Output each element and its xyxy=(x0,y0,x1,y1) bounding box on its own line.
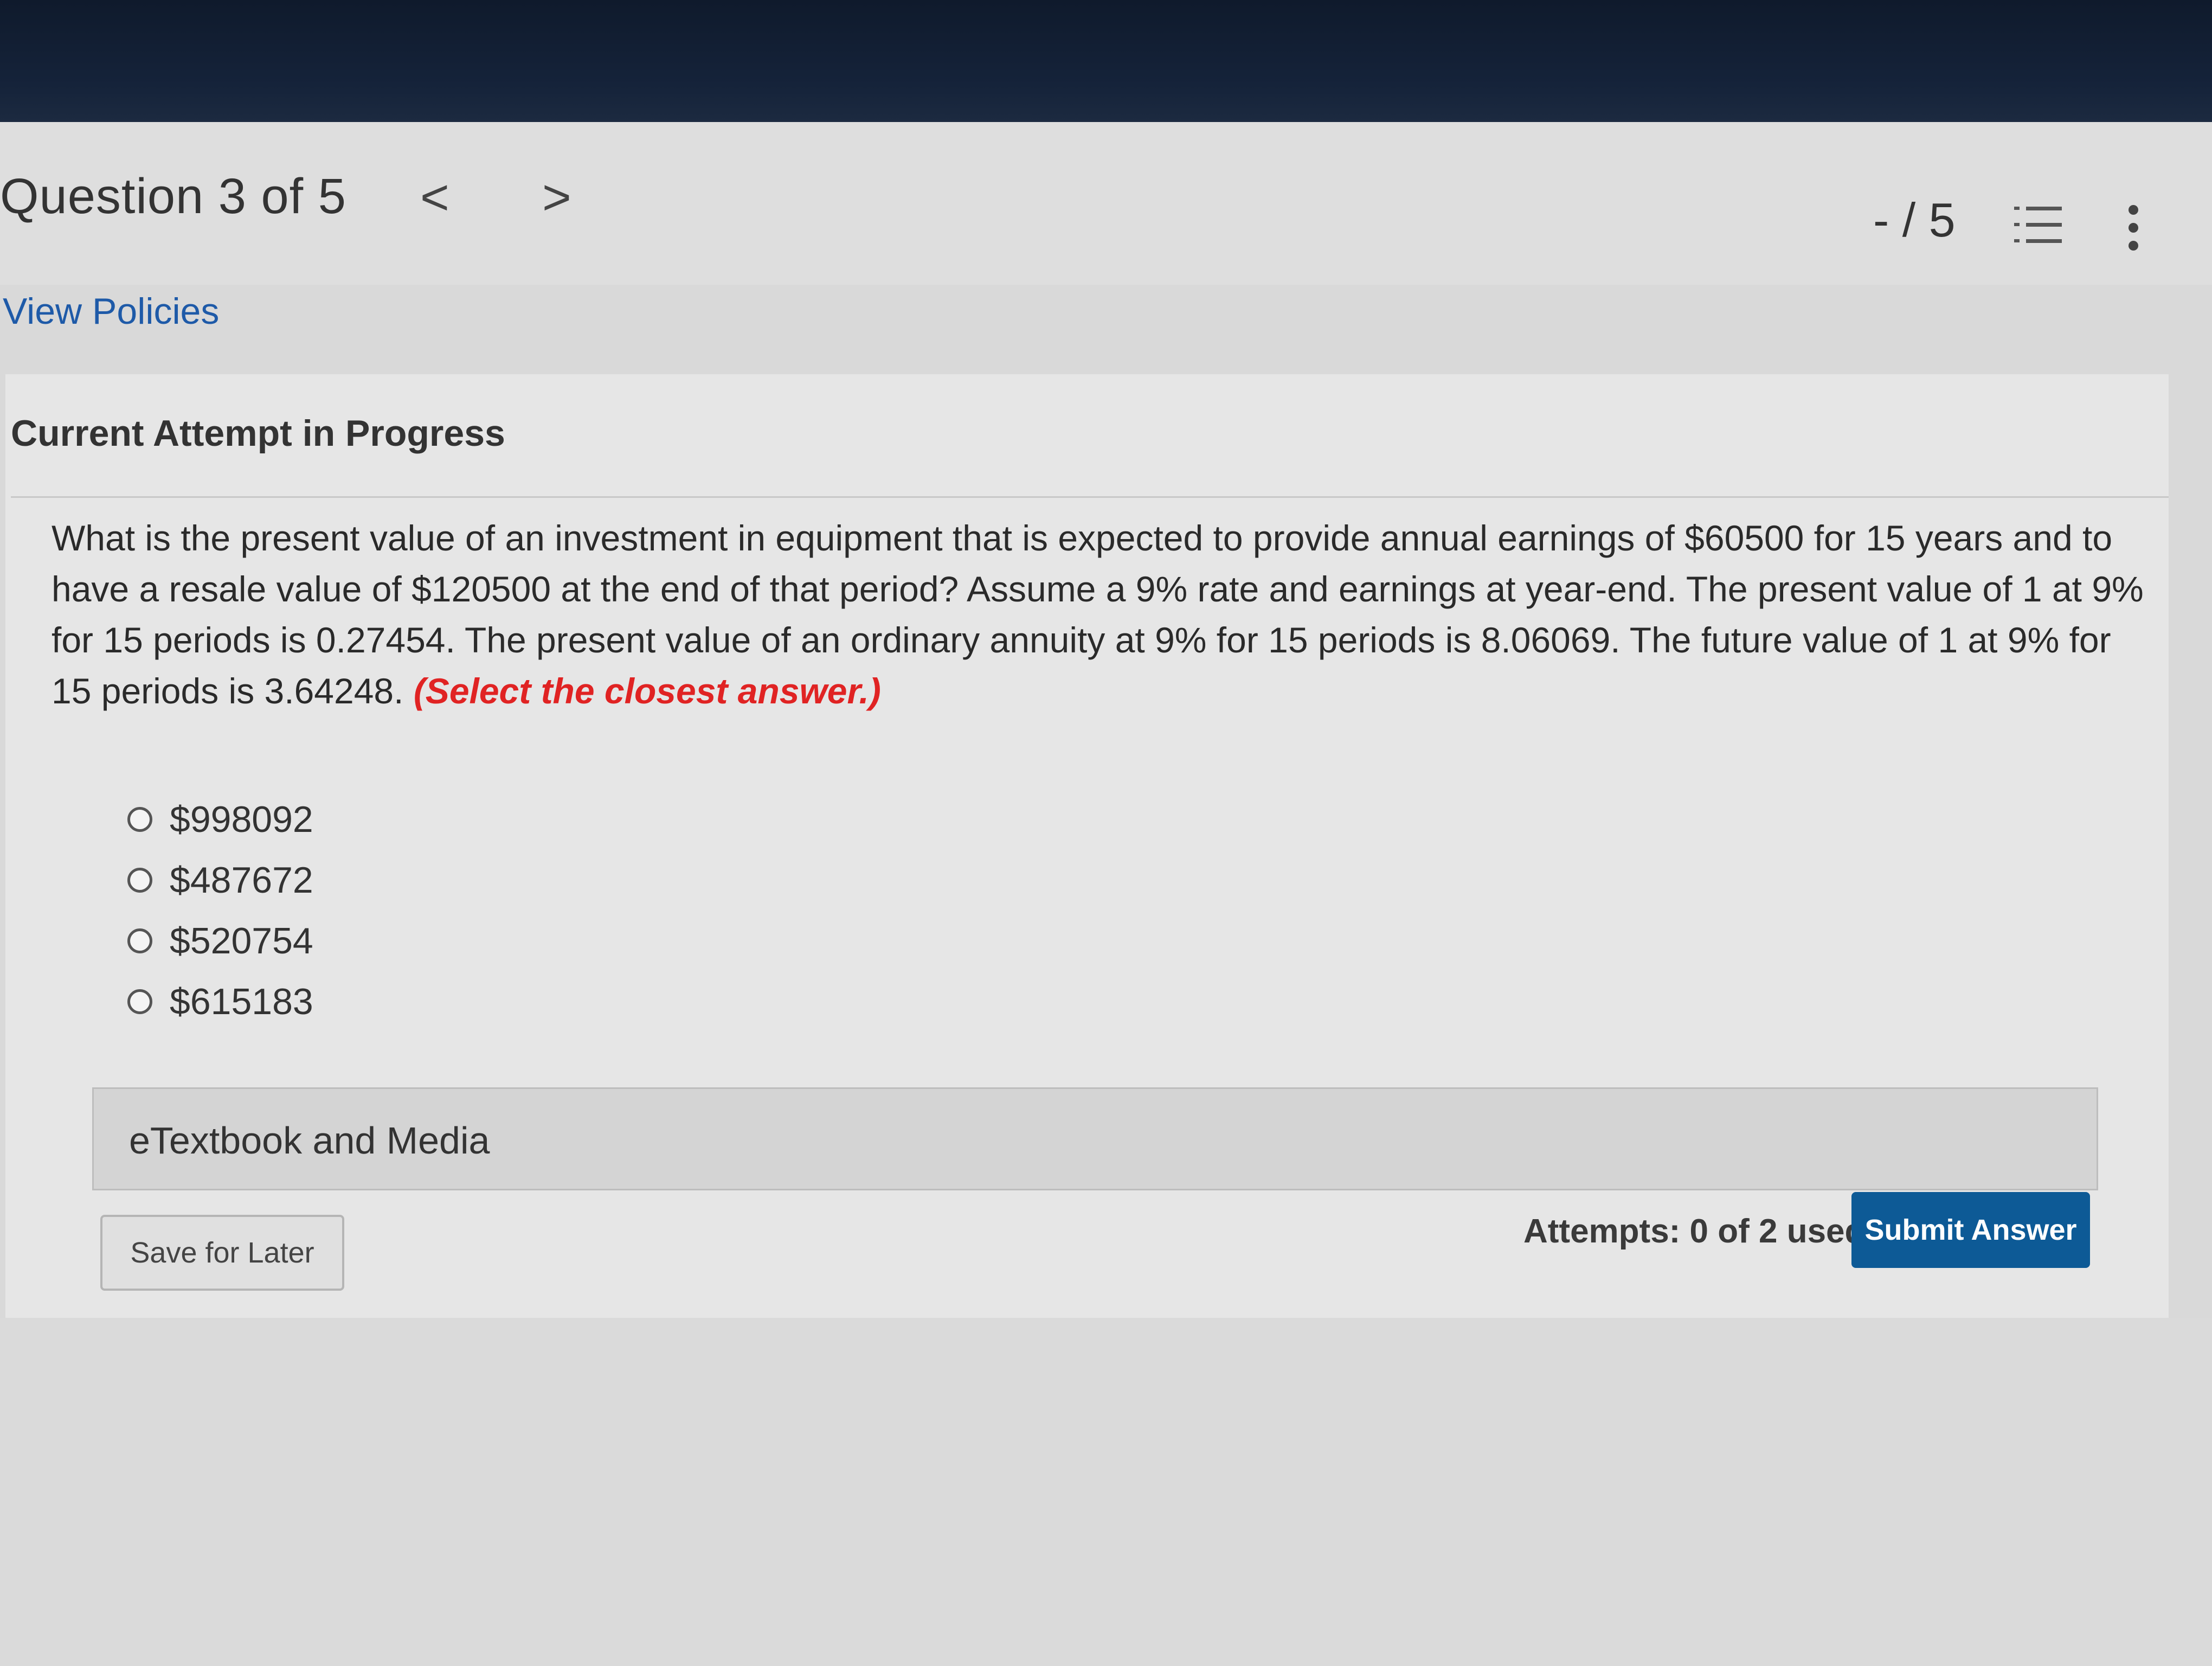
attempts-counter: Attempts: 0 of 2 used xyxy=(1523,1213,1866,1250)
top-banner xyxy=(0,0,2212,122)
question-text: What is the present value of an investme… xyxy=(52,512,2155,716)
option-label: $998092 xyxy=(170,799,313,840)
numbered-list-icon[interactable] xyxy=(2014,203,2063,247)
question-title: Question 3 of 5 xyxy=(0,169,346,224)
answer-option[interactable]: $615183 xyxy=(127,971,313,1032)
etextbook-media-section[interactable]: eTextbook and Media xyxy=(92,1087,2098,1190)
radio-button[interactable] xyxy=(127,989,152,1014)
chevron-right-icon[interactable]: > xyxy=(542,169,571,226)
question-hint: (Select the closest answer.) xyxy=(413,671,881,711)
save-for-later-button[interactable]: Save for Later xyxy=(100,1215,344,1291)
question-body: What is the present value of an investme… xyxy=(52,518,2144,711)
page-background xyxy=(0,1318,2212,1666)
chevron-left-icon[interactable]: < xyxy=(420,169,449,226)
view-policies-link[interactable]: View Policies xyxy=(3,290,219,332)
answer-option[interactable]: $520754 xyxy=(127,911,313,971)
answer-options: $998092 $487672 $520754 $615183 xyxy=(127,789,313,1032)
option-label: $487672 xyxy=(170,860,313,901)
radio-button[interactable] xyxy=(127,868,152,893)
attempt-heading: Current Attempt in Progress xyxy=(11,413,505,454)
radio-button[interactable] xyxy=(127,807,152,832)
answer-option[interactable]: $998092 xyxy=(127,789,313,850)
divider xyxy=(11,496,2169,498)
option-label: $615183 xyxy=(170,981,313,1022)
option-label: $520754 xyxy=(170,920,313,962)
answer-option[interactable]: $487672 xyxy=(127,850,313,911)
submit-answer-button[interactable]: Submit Answer xyxy=(1851,1192,2090,1268)
score-display: - / 5 xyxy=(1873,193,1956,247)
etextbook-label: eTextbook and Media xyxy=(129,1119,490,1162)
radio-button[interactable] xyxy=(127,928,152,953)
more-vertical-icon[interactable] xyxy=(2125,203,2142,252)
